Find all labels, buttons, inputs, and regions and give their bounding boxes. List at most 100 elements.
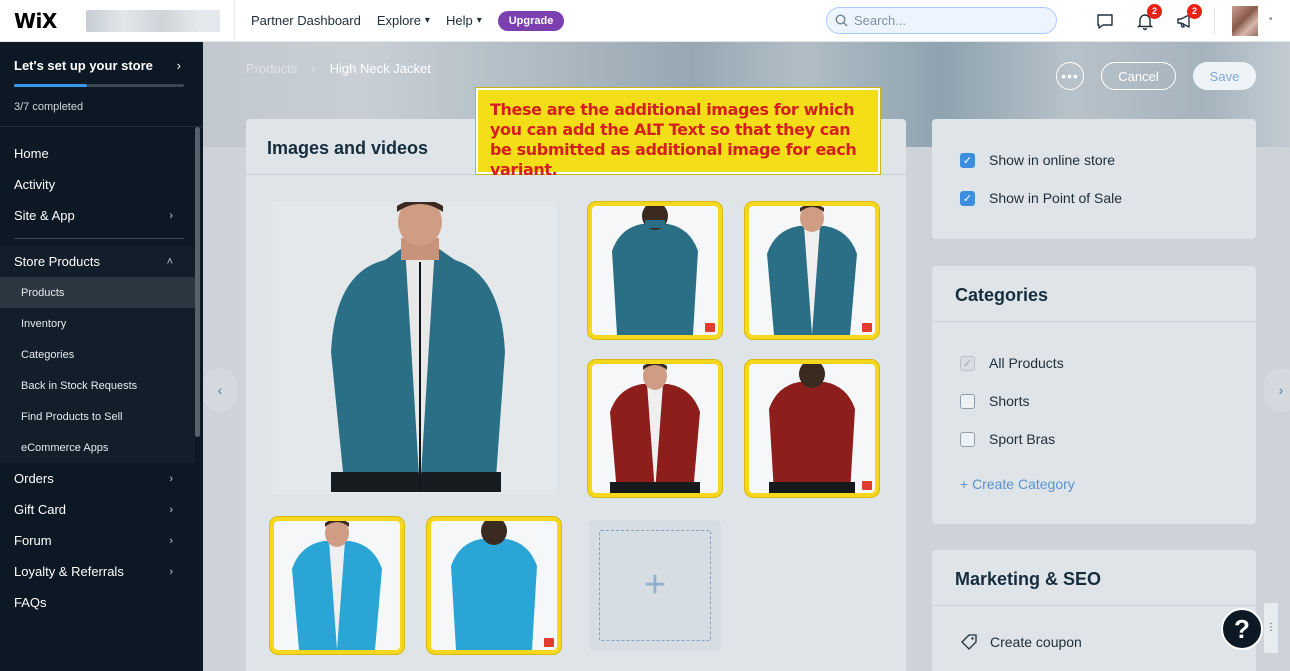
plus-icon: + bbox=[599, 530, 711, 641]
show-online-store-row[interactable]: ✓ Show in online store bbox=[960, 152, 1115, 168]
show-pos-label: Show in Point of Sale bbox=[989, 190, 1123, 206]
image-tag-icon bbox=[862, 323, 872, 332]
additional-image-blue-back[interactable] bbox=[427, 517, 561, 654]
partner-dashboard-label: Partner Dashboard bbox=[251, 13, 361, 28]
chevron-left-icon[interactable]: ‹ bbox=[203, 368, 237, 412]
setup-title: Let's set up your store bbox=[14, 58, 153, 73]
tutorial-callout: These are the additional images for whic… bbox=[476, 88, 880, 179]
save-button[interactable]: Save bbox=[1193, 62, 1256, 90]
setup-progress-text: 3/7 completed bbox=[14, 101, 84, 113]
site-selector-chevron[interactable] bbox=[200, 9, 220, 32]
sidebar-subitem-ecommerce-apps[interactable]: eCommerce Apps bbox=[0, 432, 195, 463]
sidebar: Let's set up your store › 3/7 completed … bbox=[0, 42, 203, 671]
search-input[interactable] bbox=[854, 13, 1034, 28]
search-icon bbox=[835, 14, 848, 27]
cancel-button[interactable]: Cancel bbox=[1101, 62, 1176, 90]
explore-menu[interactable]: Explore ▾ bbox=[377, 13, 430, 28]
create-coupon-row[interactable]: Create coupon bbox=[960, 633, 1082, 651]
notifications-bell-icon[interactable]: 2 bbox=[1135, 4, 1162, 31]
categories-title: Categories bbox=[955, 285, 1049, 305]
jacket-blue-back-image bbox=[451, 521, 537, 650]
chevron-right-icon[interactable]: › bbox=[1264, 368, 1290, 412]
checkbox-checked-icon[interactable]: ✓ bbox=[960, 152, 975, 168]
main-product-image[interactable] bbox=[273, 198, 557, 494]
jacket-red-back-image bbox=[769, 364, 855, 493]
store-setup-widget[interactable]: Let's set up your store › 3/7 completed bbox=[0, 42, 203, 127]
account-menu-dot-icon[interactable]: • bbox=[1269, 14, 1273, 25]
breadcrumb-current: High Neck Jacket bbox=[329, 61, 431, 76]
search-box[interactable] bbox=[826, 7, 1057, 34]
sidebar-item-gift-card[interactable]: Gift Card › bbox=[0, 494, 195, 525]
visibility-card: ✓ Show in online store ✓ Show in Point o… bbox=[932, 119, 1256, 239]
sidebar-item-label: Gift Card bbox=[14, 502, 67, 517]
category-shorts-row[interactable]: Shorts bbox=[960, 393, 1029, 409]
sidebar-item-label: Orders bbox=[14, 471, 54, 486]
wix-logo[interactable]: WiX bbox=[0, 9, 68, 33]
main-content: Products › High Neck Jacket ••• Cancel S… bbox=[203, 42, 1290, 671]
jacket-blue-front-image bbox=[292, 521, 382, 650]
sidebar-item-label: Activity bbox=[14, 177, 56, 192]
image-tag-icon bbox=[705, 323, 715, 332]
chevron-down-icon: ▾ bbox=[424, 15, 430, 26]
checkbox-checked-icon[interactable]: ✓ bbox=[960, 190, 975, 206]
megaphone-icon[interactable]: 2 bbox=[1175, 4, 1202, 31]
sidebar-item-forum[interactable]: Forum › bbox=[0, 525, 195, 556]
show-pos-row[interactable]: ✓ Show in Point of Sale bbox=[960, 190, 1122, 206]
jacket-model-teal-image bbox=[331, 198, 505, 492]
avatar[interactable] bbox=[1232, 6, 1258, 36]
card-divider bbox=[932, 321, 1256, 322]
sidebar-item-orders[interactable]: Orders › bbox=[0, 463, 195, 494]
chevron-right-icon: › bbox=[169, 503, 173, 516]
help-menu[interactable]: Help ▾ bbox=[446, 13, 482, 28]
chevron-right-icon: › bbox=[169, 209, 173, 222]
chevron-right-icon: › bbox=[311, 61, 316, 76]
sidebar-subitem-label: eCommerce Apps bbox=[21, 441, 109, 454]
sidebar-subitem-find-products[interactable]: Find Products to Sell bbox=[0, 401, 195, 432]
sidebar-item-site-app[interactable]: Site & App › bbox=[0, 200, 195, 231]
sidebar-subitem-label: Inventory bbox=[21, 317, 67, 330]
jacket-teal-front-image bbox=[767, 206, 857, 335]
create-category-link[interactable]: + Create Category bbox=[960, 476, 1075, 492]
category-sport-bras-row[interactable]: Sport Bras bbox=[960, 431, 1055, 447]
sidebar-item-store-products[interactable]: Store Products ˄ bbox=[0, 246, 195, 277]
image-tag-icon bbox=[862, 481, 872, 490]
sidebar-item-home[interactable]: Home bbox=[0, 138, 195, 169]
chevron-right-icon: › bbox=[169, 534, 173, 547]
category-label: All Products bbox=[989, 355, 1064, 371]
sidebar-subitem-label: Find Products to Sell bbox=[21, 410, 123, 423]
topbar-divider bbox=[1214, 8, 1215, 34]
sidebar-subitem-back-in-stock[interactable]: Back in Stock Requests bbox=[0, 370, 195, 401]
sidebar-item-faqs[interactable]: FAQs bbox=[0, 587, 195, 618]
checkbox-unchecked-icon[interactable] bbox=[960, 431, 975, 447]
card-divider bbox=[932, 605, 1256, 606]
additional-image-teal-back[interactable] bbox=[588, 202, 722, 339]
checkbox-unchecked-icon[interactable] bbox=[960, 393, 975, 409]
additional-image-red-back[interactable] bbox=[745, 360, 879, 497]
breadcrumb: Products › High Neck Jacket bbox=[246, 61, 431, 76]
additional-image-red-front[interactable] bbox=[588, 360, 722, 497]
sidebar-subitem-inventory[interactable]: Inventory bbox=[0, 308, 195, 339]
help-question-button[interactable]: ? bbox=[1221, 608, 1263, 650]
upgrade-button[interactable]: Upgrade bbox=[497, 10, 565, 31]
category-all-products-row: ✓ All Products bbox=[960, 355, 1064, 371]
breadcrumb-products-link[interactable]: Products bbox=[246, 61, 297, 76]
sidebar-item-loyalty[interactable]: Loyalty & Referrals › bbox=[0, 556, 195, 587]
chat-icon[interactable] bbox=[1095, 11, 1115, 31]
more-actions-button[interactable]: ••• bbox=[1056, 62, 1084, 90]
site-selector[interactable] bbox=[86, 9, 200, 32]
sidebar-subitem-products[interactable]: Products bbox=[0, 277, 195, 308]
drag-handle-icon[interactable]: ⋮ bbox=[1264, 603, 1278, 653]
sidebar-item-label: Site & App bbox=[14, 208, 75, 223]
category-label: Sport Bras bbox=[989, 431, 1056, 447]
sidebar-item-label: FAQs bbox=[14, 595, 47, 610]
partner-dashboard-link[interactable]: Partner Dashboard bbox=[251, 13, 361, 28]
sidebar-subitem-categories[interactable]: Categories bbox=[0, 339, 195, 370]
chevron-right-icon: › bbox=[176, 58, 181, 73]
add-media-tile[interactable]: + bbox=[589, 520, 721, 651]
additional-image-teal-front[interactable] bbox=[745, 202, 879, 339]
additional-image-blue-front[interactable] bbox=[270, 517, 404, 654]
sidebar-scrollbar[interactable] bbox=[195, 127, 200, 437]
categories-card: Categories ✓ All Products Shorts Sport B… bbox=[932, 266, 1256, 524]
sidebar-item-activity[interactable]: Activity bbox=[0, 169, 195, 200]
jacket-teal-back-image bbox=[612, 206, 698, 335]
